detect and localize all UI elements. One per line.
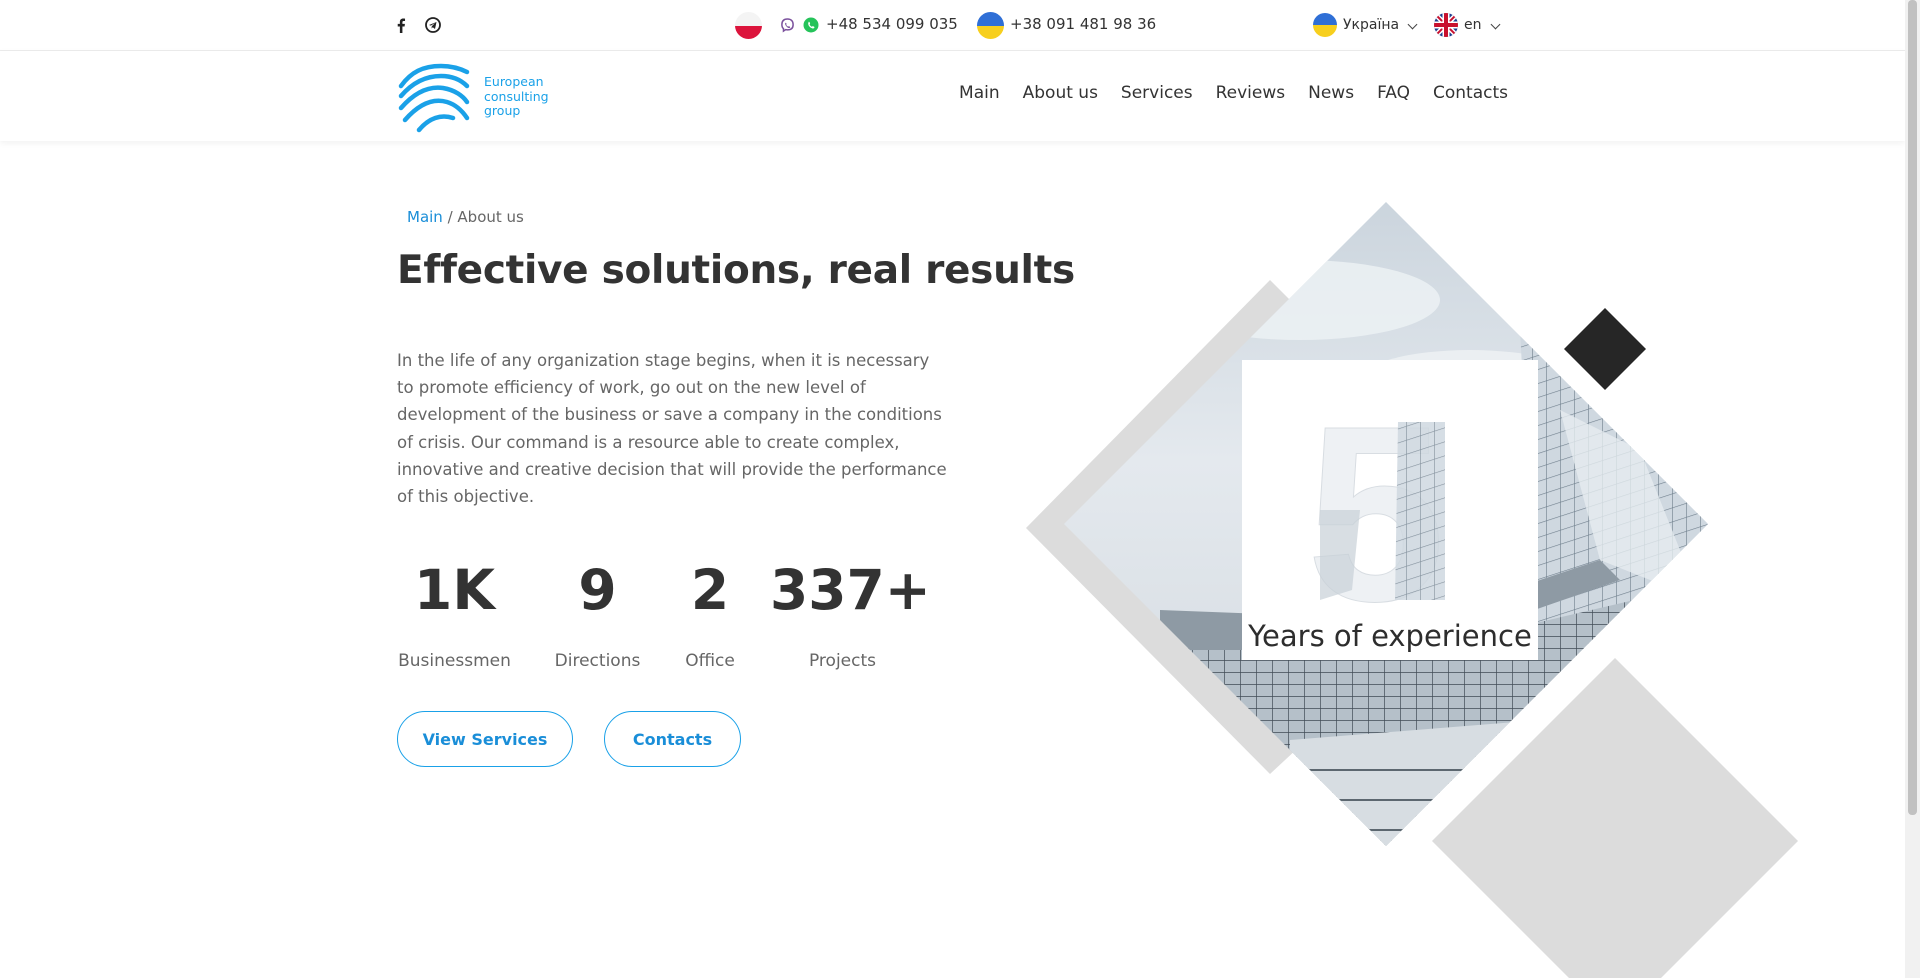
nav-item-reviews[interactable]: Reviews (1216, 83, 1286, 103)
nav-item-faq[interactable]: FAQ (1377, 83, 1410, 103)
logo-icon[interactable] (397, 62, 471, 134)
nav-item-news[interactable]: News (1308, 83, 1354, 103)
nav-item-contacts[interactable]: Contacts (1433, 83, 1508, 103)
scrollbar-thumb[interactable] (1908, 0, 1917, 815)
language-label: en (1464, 17, 1482, 33)
language-selector[interactable]: en (1434, 13, 1500, 37)
stat-value-office: 2 (690, 558, 730, 622)
uk-flag-icon (1434, 13, 1458, 37)
stat-value-projects: 337+ (770, 558, 931, 622)
top-bar: +48 534 099 035 +38 091 481 98 36 Україн… (0, 0, 1905, 51)
poland-flag-icon (735, 12, 762, 39)
about-illustration: 5 Years of experience (1026, 202, 1798, 978)
stat-label-directions: Directions (554, 651, 641, 671)
phone-number-poland[interactable]: +48 534 099 035 (826, 15, 958, 33)
logo-text[interactable]: European consulting group (484, 74, 574, 119)
breadcrumb-separator: / (442, 208, 458, 226)
contacts-button[interactable]: Contacts (604, 711, 741, 767)
intro-paragraph: In the life of any organization stage be… (397, 351, 947, 507)
region-selector[interactable]: Україна (1313, 13, 1418, 37)
facebook-icon[interactable] (393, 17, 409, 33)
chevron-down-icon (1407, 19, 1418, 29)
breadcrumb: Main / About us (407, 208, 524, 226)
whatsapp-icon[interactable] (803, 17, 819, 33)
stat-label-projects: Projects (808, 651, 877, 671)
breadcrumb-current: About us (457, 208, 524, 226)
nav-item-about-us[interactable]: About us (1023, 83, 1098, 103)
ukraine-flag-icon (1313, 13, 1337, 37)
breadcrumb-home-link[interactable]: Main (407, 208, 443, 226)
page-title: Effective solutions, real results (397, 248, 1075, 293)
nav-item-services[interactable]: Services (1121, 83, 1193, 103)
decor-dark-diamond (1564, 308, 1646, 390)
chevron-down-icon (1490, 19, 1500, 29)
stat-value-businessmen: 1K (414, 558, 495, 622)
nav-item-main[interactable]: Main (959, 83, 1000, 103)
stat-value-directions: 9 (578, 558, 617, 622)
phone-number-ukraine[interactable]: +38 091 481 98 36 (1010, 15, 1156, 33)
main-nav: Main About us Services Reviews News FAQ … (936, 83, 1508, 103)
view-services-button[interactable]: View Services (397, 711, 573, 767)
experience-label: Years of experience (1247, 619, 1532, 653)
stat-label-office: Office (685, 651, 735, 671)
viber-icon[interactable] (779, 17, 795, 33)
ukraine-flag-icon (977, 12, 1004, 39)
telegram-icon[interactable] (425, 17, 441, 33)
region-label: Україна (1343, 17, 1400, 33)
stat-label-businessmen: Businessmen (398, 651, 511, 671)
experience-number-artwork: 5 (1306, 374, 1446, 654)
